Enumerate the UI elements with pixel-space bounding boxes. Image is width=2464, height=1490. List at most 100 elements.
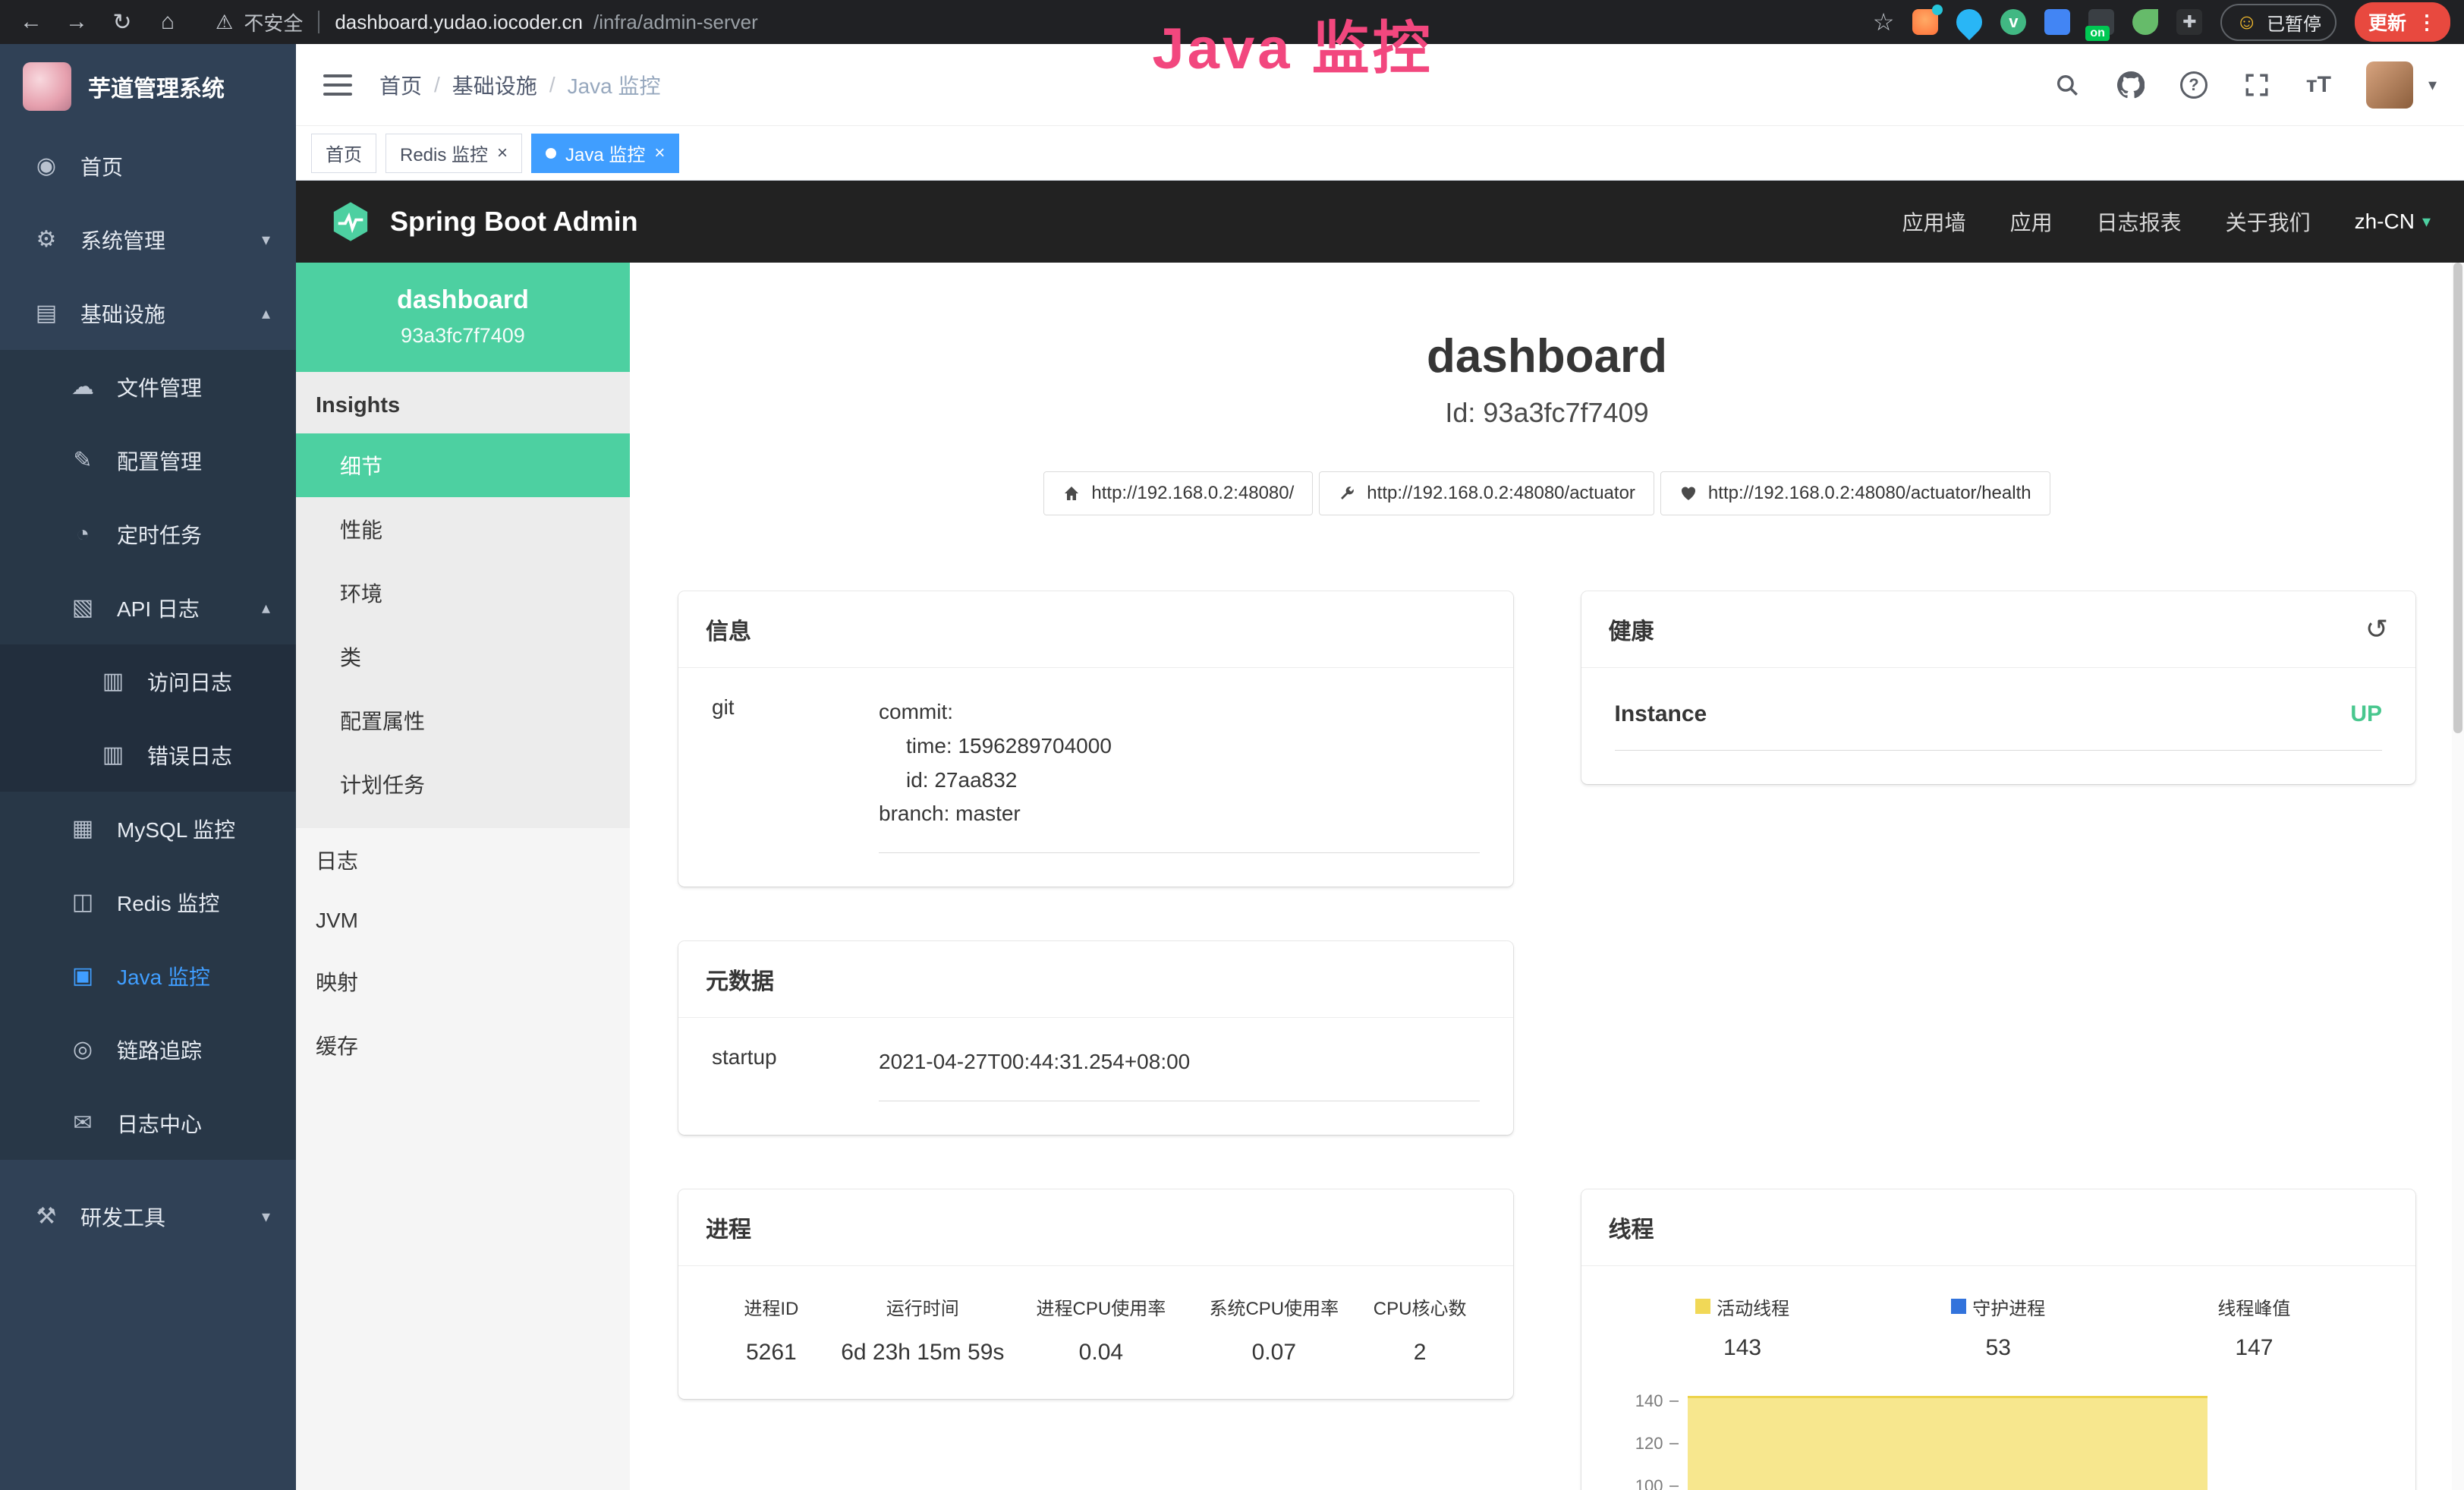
edit-icon: ✎ (68, 447, 97, 474)
extension-droplet-icon[interactable] (1951, 4, 1987, 40)
sidebar-toggle-icon[interactable] (323, 74, 352, 96)
sba-nav-wallboard[interactable]: 应用墙 (1902, 206, 1966, 237)
inst-item-jvm[interactable]: JVM (296, 892, 630, 950)
sidebar-item-dev-tools[interactable]: ⚒ 研发工具 ▾ (0, 1180, 296, 1253)
sidebar-item-log-center[interactable]: ✉ 日志中心 (0, 1086, 296, 1160)
metadata-value: 2021-04-27T00:44:31.254+08:00 (879, 1045, 1480, 1101)
sba-nav-applications[interactable]: 应用 (2010, 206, 2053, 237)
sba-nav-journal[interactable]: 日志报表 (2097, 206, 2182, 237)
sidebar-item-home[interactable]: ◉ 首页 (0, 129, 296, 203)
sidebar-item-access-log[interactable]: ▥ 访问日志 (0, 644, 296, 718)
back-icon[interactable]: ← (14, 9, 49, 35)
sba-navbar: Spring Boot Admin 应用墙 应用 日志报表 关于我们 zh-CN… (296, 181, 2464, 263)
extension-fox-icon[interactable] (1912, 9, 1938, 35)
tab-redis-monitor[interactable]: Redis 监控 × (385, 134, 522, 173)
url-host: dashboard.yudao.iocoder.cn (335, 11, 583, 34)
log-icon: ▧ (68, 594, 97, 621)
active-threads-area (1688, 1396, 2208, 1490)
inst-item-details[interactable]: 细节 (296, 433, 630, 497)
scrollbar-thumb[interactable] (2453, 263, 2462, 733)
github-icon[interactable] (2116, 71, 2145, 99)
tab-java-monitor[interactable]: Java 监控 × (531, 134, 679, 173)
sidebar-item-java-monitor[interactable]: ▣ Java 监控 (0, 939, 296, 1013)
daemon-threads-value: 53 (1871, 1335, 2126, 1361)
sidebar-item-infra[interactable]: ▤ 基础设施 ▴ (0, 276, 296, 350)
sba-brand[interactable]: Spring Boot Admin (329, 200, 638, 243)
sba-nav-about[interactable]: 关于我们 (2226, 206, 2311, 237)
sidebar-item-mysql-monitor[interactable]: ▦ MySQL 监控 (0, 792, 296, 865)
tags-bar: 首页 Redis 监控 × Java 监控 × (296, 126, 2464, 181)
extension-leaf-icon[interactable] (2132, 9, 2158, 35)
inst-item-environment[interactable]: 环境 (296, 561, 630, 625)
warning-icon: ⚠ (216, 11, 233, 34)
redis-icon: ◫ (68, 889, 97, 915)
health-card: 健康 ↺ Instance UP (1581, 591, 2416, 784)
search-icon[interactable] (2053, 71, 2082, 99)
breadcrumb-home[interactable]: 首页 (379, 70, 422, 100)
threads-chart: 140 120 100 (1615, 1391, 2383, 1490)
fullscreen-icon[interactable] (2242, 71, 2271, 99)
extension-grid-icon[interactable] (2044, 9, 2070, 35)
uptime-value: 6d 23h 15m 59s (831, 1340, 1015, 1366)
process-card: 进程 进程ID 运行时间 进程CPU使用率 系统CPU使用率 CPU核心数 (678, 1189, 1513, 1399)
app-logo (23, 62, 71, 111)
sidebar-item-scheduled-job[interactable]: ◔ 定时任务 (0, 497, 296, 571)
extension-vue-icon[interactable]: v (2000, 9, 2026, 35)
sidebar-item-redis-monitor[interactable]: ◫ Redis 监控 (0, 865, 296, 939)
extensions-puzzle-icon[interactable]: ✚ (2176, 9, 2202, 35)
sba-nav: 应用墙 应用 日志报表 关于我们 zh-CN ▾ (1902, 206, 2431, 237)
tab-home[interactable]: 首页 (311, 134, 376, 173)
actuator-url-link[interactable]: http://192.168.0.2:48080/actuator (1319, 471, 1654, 515)
inst-item-classes[interactable]: 类 (296, 625, 630, 688)
menu-gap (0, 1160, 296, 1180)
sidebar-item-file-manage[interactable]: ☁ 文件管理 (0, 350, 296, 424)
active-dot (546, 148, 556, 159)
inst-item-scheduled[interactable]: 计划任务 (296, 752, 630, 816)
process-card-header: 进程 (678, 1189, 1513, 1266)
inst-item-logs[interactable]: 日志 (296, 828, 630, 892)
sidebar-item-system[interactable]: ⚙ 系统管理 ▾ (0, 203, 296, 276)
inst-item-mappings[interactable]: 映射 (296, 950, 630, 1013)
timer-icon: ◔ (68, 521, 97, 547)
health-instance-row[interactable]: Instance UP (1615, 695, 2383, 751)
breadcrumb: 首页 / 基础设施 / Java 监控 (379, 70, 661, 100)
inst-item-caches[interactable]: 缓存 (296, 1013, 630, 1077)
reload-icon[interactable]: ↻ (105, 9, 140, 36)
threads-card-body: 活动线程 守护进程 线程峰值 143 53 147 140 (1581, 1266, 2416, 1490)
app-logo-row[interactable]: 芋道管理系统 (0, 44, 296, 129)
bookmark-star-icon[interactable]: ☆ (1873, 8, 1895, 36)
profile-avatar-icon: ☺ (2236, 10, 2258, 34)
help-icon[interactable]: ? (2180, 71, 2208, 99)
profile-paused-badge[interactable]: ☺ 已暂停 (2220, 4, 2337, 41)
inst-item-performance[interactable]: 性能 (296, 497, 630, 561)
user-avatar[interactable] (2366, 61, 2413, 109)
history-icon[interactable]: ↺ (2365, 613, 2388, 645)
dashboard-icon: ◉ (32, 153, 61, 179)
inst-item-config-props[interactable]: 配置属性 (296, 688, 630, 752)
sidebar-item-trace[interactable]: ◎ 链路追踪 (0, 1013, 296, 1086)
breadcrumb-infra[interactable]: 基础设施 (452, 70, 537, 100)
health-card-header: 健康 ↺ (1581, 591, 2416, 668)
service-url-link[interactable]: http://192.168.0.2:48080/ (1043, 471, 1313, 515)
tab-close-icon[interactable]: × (497, 144, 508, 162)
health-url-link[interactable]: http://192.168.0.2:48080/actuator/health (1660, 471, 2050, 515)
address-bar[interactable]: ⚠ 不安全 dashboard.yudao.iocoder.cn /infra/… (216, 8, 758, 36)
home-icon[interactable]: ⌂ (150, 9, 185, 35)
sidebar-item-error-log[interactable]: ▥ 错误日志 (0, 718, 296, 792)
sidebar-item-api-log[interactable]: ▧ API 日志 ▴ (0, 571, 296, 644)
instance-sidebar: dashboard 93a3fc7f7409 Insights 细节 性能 环境… (296, 263, 630, 1490)
chevron-down-icon[interactable]: ▾ (2428, 75, 2437, 95)
scrollbar[interactable] (2452, 263, 2464, 1490)
forward-icon[interactable]: → (59, 9, 94, 35)
font-size-icon[interactable]: тT (2306, 72, 2331, 98)
main-content: dashboard Id: 93a3fc7f7409 http://192.16… (630, 263, 2464, 1490)
chrome-update-button[interactable]: 更新 ⋮ (2355, 2, 2450, 42)
extension-proxy-icon[interactable]: on (2088, 9, 2114, 35)
daemon-threads-swatch (1951, 1299, 1966, 1314)
content-row: dashboard 93a3fc7f7409 Insights 细节 性能 环境… (296, 263, 2464, 1490)
locale-select[interactable]: zh-CN ▾ (2355, 209, 2431, 234)
tab-close-icon[interactable]: × (654, 144, 665, 162)
extension-badge (1932, 5, 1943, 15)
sidebar-item-config-manage[interactable]: ✎ 配置管理 (0, 424, 296, 497)
not-secure-label: 不安全 (244, 8, 303, 36)
